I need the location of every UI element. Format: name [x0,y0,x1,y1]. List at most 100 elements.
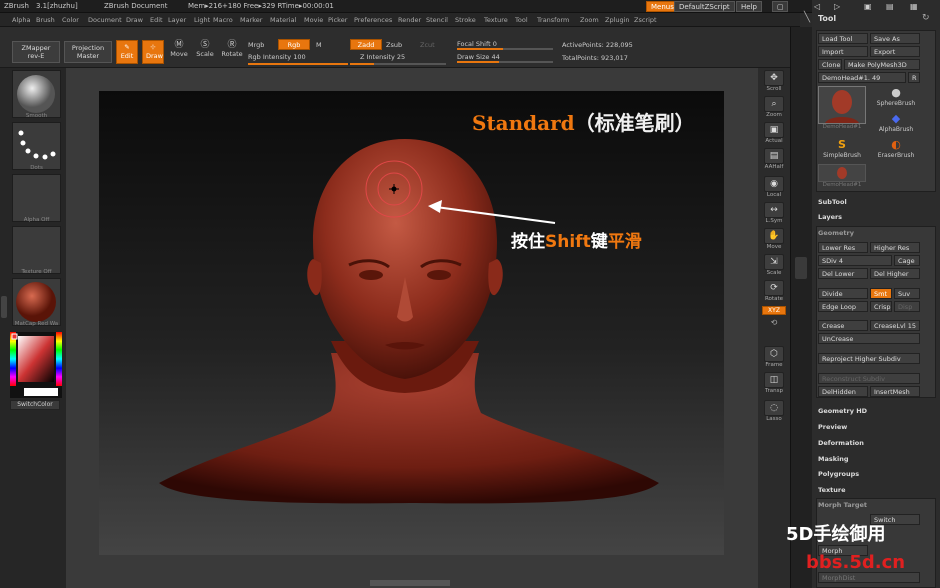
menu-item-zscript[interactable]: Zscript [634,16,657,24]
menu-item-draw[interactable]: Draw [126,16,143,24]
lock-icon[interactable]: ▣ [864,2,872,11]
projection-master-button[interactable]: Projection Master [64,41,112,63]
sdiv-slider[interactable]: SDiv 4 [818,255,892,266]
reconstruct-subdiv-button[interactable]: Reconstruct Subdiv [818,373,920,384]
menu-item-texture[interactable]: Texture [484,16,508,24]
save-as-button[interactable]: Save As [870,33,920,44]
menu-item-alpha[interactable]: Alpha [12,16,30,24]
reproject-higher-subdiv-button[interactable]: Reproject Higher Subdiv [818,353,920,364]
zcut-button[interactable]: Zcut [420,41,435,49]
edit-button[interactable]: ✎ Edit [116,40,138,64]
suv-toggle[interactable]: Suv [894,288,920,299]
load-tool-button[interactable]: Load Tool [818,33,868,44]
preview-header[interactable]: Preview [818,423,847,431]
geometry-hd-header[interactable]: Geometry HD [818,407,867,415]
menu-item-picker[interactable]: Picker [328,16,347,24]
local-button[interactable]: ◉ Local [762,176,786,198]
menu-item-render[interactable]: Render [398,16,421,24]
alpha-thumb[interactable] [12,174,61,222]
morph-target-header[interactable]: Morph Target [818,501,867,509]
menu-item-stencil[interactable]: Stencil [426,16,448,24]
default-zscript-button[interactable]: DefaultZScript [674,1,735,12]
morph-dist-slider[interactable]: MorphDist [818,572,920,583]
polygroups-header[interactable]: Polygroups [818,470,859,478]
menu-item-tool[interactable]: Tool [515,16,528,24]
brush-demohead-1[interactable]: DemoHead#1 [818,86,866,130]
del-hidden-button[interactable]: DelHidden [818,386,868,397]
arrow-right-icon[interactable]: ▷ [834,2,840,11]
smt-toggle[interactable]: Smt [870,288,892,299]
masking-header[interactable]: Masking [818,455,849,463]
r-button[interactable]: R [908,72,920,83]
grid-icon[interactable]: ▤ [886,2,894,11]
menu-item-layer[interactable]: Layer [168,16,186,24]
scale-button[interactable]: Ⓢ Scale [194,41,216,59]
divide-button[interactable]: Divide [818,288,868,299]
move-button[interactable]: Ⓜ Move [168,41,190,59]
edge-loop-button[interactable]: Edge Loop [818,301,868,312]
cage-button[interactable]: Cage [894,255,920,266]
crease-level-slider[interactable]: CreaseLvl 15 [870,320,920,331]
lsym-button[interactable]: ↔ L.Sym [762,202,786,224]
switch-color-button[interactable]: SwitchColor [10,400,60,410]
subtool-header[interactable]: SubTool [818,198,847,206]
current-tool-slider[interactable]: DemoHead#1. 49 [818,72,906,83]
geometry-header[interactable]: Geometry [818,229,854,237]
transp-button[interactable]: ◫ Transp [762,372,786,394]
color-picker[interactable] [10,332,62,398]
viewport-move-button[interactable]: ✋ Move [762,228,786,250]
lower-res-button[interactable]: Lower Res [818,242,868,253]
crisp-toggle[interactable]: Crisp [870,301,892,312]
uncrease-button[interactable]: UnCrease [818,333,920,344]
menu-item-marker[interactable]: Marker [240,16,262,24]
rotate-axis-icon[interactable]: ⟲ [762,318,786,327]
dots-stroke-thumb[interactable] [12,122,61,170]
bottom-tray-handle[interactable] [370,580,450,586]
disp-toggle[interactable]: Disp [894,301,920,312]
crease-button[interactable]: Crease [818,320,868,331]
document-viewport[interactable] [99,91,724,555]
smooth-brush-thumb[interactable] [12,70,61,118]
zmapper-button[interactable]: ZMapper rev-E [12,41,60,63]
scroll-button[interactable]: ✥ Scroll [762,70,786,92]
zsub-button[interactable]: Zsub [386,41,402,49]
clone-button[interactable]: Clone [818,59,842,70]
brush-eraserbrush[interactable]: ◐ EraserBrush [872,138,920,159]
del-lower-button[interactable]: Del Lower [818,268,868,279]
higher-res-button[interactable]: Higher Res [870,242,920,253]
rgb-button[interactable]: Rgb [278,39,310,50]
del-higher-button[interactable]: Del Higher [870,268,920,279]
brush-alphabrush[interactable]: ◆ AlphaBrush [872,112,920,133]
z-intensity-slider[interactable] [350,63,446,65]
window-icon[interactable]: ▢ [772,1,788,12]
arrow-left-icon[interactable]: ◁ [814,2,820,11]
aahalf-button[interactable]: ▤ AAHalf [762,148,786,170]
xyz-toggle[interactable]: XYZ [762,306,786,315]
draw-button[interactable]: ⊹ Draw [142,40,164,64]
lasso-button[interactable]: ◌ Lasso [762,400,786,422]
menu-item-stroke[interactable]: Stroke [455,16,476,24]
menu-item-zoom[interactable]: Zoom [580,16,599,24]
insert-mesh-button[interactable]: InsertMesh [870,386,920,397]
material-thumb[interactable] [12,278,61,326]
export-button[interactable]: Export [870,46,920,57]
actual-button[interactable]: ▣ Actual [762,122,786,144]
dock-icon[interactable]: ▦ [910,2,918,11]
menu-item-zplugin[interactable]: Zplugin [605,16,630,24]
m-button[interactable]: M [316,41,322,49]
right-tray-handle[interactable] [795,257,807,279]
brush-simplebrush[interactable]: S SimpleBrush [818,138,866,159]
menu-item-document[interactable]: Document [88,16,122,24]
zoom-button[interactable]: ⌕ Zoom [762,96,786,118]
brush-spherebrush[interactable]: ● SphereBrush [872,86,920,107]
menu-item-edit[interactable]: Edit [150,16,163,24]
import-button[interactable]: Import [818,46,868,57]
draw-size-slider[interactable] [457,61,553,63]
menu-item-brush[interactable]: Brush [36,16,55,24]
zadd-button[interactable]: Zadd [350,39,382,50]
menu-item-preferences[interactable]: Preferences [354,16,392,24]
layers-header[interactable]: Layers [818,213,842,221]
frame-button[interactable]: ⬡ Frame [762,346,786,368]
collapse-icon[interactable]: ╲ [804,12,810,23]
menu-item-macro[interactable]: Macro [213,16,233,24]
